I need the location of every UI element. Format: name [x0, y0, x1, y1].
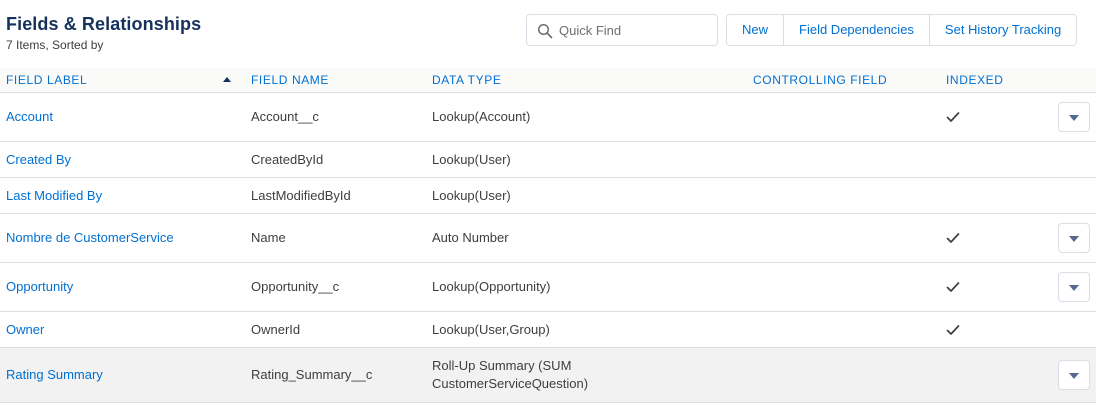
column-header-data-type[interactable]: DATA TYPE [432, 73, 501, 87]
table-row: Opportunity Opportunity__c Lookup(Opportun… [0, 263, 1096, 312]
field-api-name: Name [251, 230, 286, 245]
page-title: Fields & Relationships [6, 14, 202, 34]
field-data-type: Roll-Up Summary (SUM CustomerServiceQues… [432, 358, 589, 391]
field-data-type: Lookup(User) [432, 151, 511, 167]
indexed-check-icon [946, 282, 960, 292]
field-api-name: LastModifiedById [251, 187, 351, 203]
field-api-name: OwnerId [251, 321, 301, 337]
table-row: Account Account__c Lookup(Account) [0, 93, 1096, 142]
header-button-group: New Field Dependencies Set History Track… [726, 14, 1078, 46]
page-header: Fields & Relationships 7 Items, Sorted b… [0, 0, 1096, 68]
field-data-type: Lookup(User,Group) [432, 321, 550, 337]
row-actions-menu-button[interactable] [1058, 223, 1090, 253]
quick-find-input[interactable]: Quick Find [526, 14, 718, 46]
set-history-tracking-button[interactable]: Set History Tracking [928, 15, 1077, 45]
column-header-indexed[interactable]: INDEXED [946, 73, 1004, 87]
indexed-check-icon [946, 233, 960, 243]
table-row: Created By CreatedById Lookup(User) [0, 142, 1096, 178]
row-actions-menu-button[interactable] [1058, 272, 1090, 302]
search-icon [537, 23, 553, 39]
table-row: Nombre de CustomerService Name Auto Number [0, 214, 1096, 263]
field-label-link[interactable]: Account [6, 108, 53, 126]
chevron-down-icon [1069, 236, 1079, 242]
row-actions-menu-button[interactable] [1058, 360, 1090, 390]
column-header-controlling-field[interactable]: CONTROLLING FIELD [753, 73, 887, 87]
field-dependencies-button[interactable]: Field Dependencies [783, 15, 929, 45]
field-api-name: CreatedById [251, 151, 324, 167]
new-button[interactable]: New [727, 15, 784, 45]
table-row: Last Modified By LastModifiedById Lookup(U… [0, 178, 1096, 214]
field-data-type: Lookup(User) [432, 187, 511, 203]
quick-find-placeholder: Quick Find [559, 23, 622, 38]
field-data-type: Auto Number [432, 230, 509, 245]
table-header: FIELD LABEL FIELD NAME DATA TYPE CONTROL… [0, 68, 1096, 93]
indexed-check-icon [946, 324, 960, 335]
column-header-field-label[interactable]: FIELD LABEL [6, 73, 87, 87]
field-label-link[interactable]: Opportunity [6, 278, 73, 296]
table-body: Account Account__c Lookup(Account) Created … [0, 93, 1096, 403]
fields-table: FIELD LABEL FIELD NAME DATA TYPE CONTROL… [0, 68, 1096, 403]
field-api-name: Rating_Summary__c [251, 367, 373, 382]
column-header-field-name[interactable]: FIELD NAME [251, 73, 329, 87]
item-count-subtitle: 7 Items, Sorted by [6, 38, 104, 52]
sort-ascending-icon[interactable] [223, 77, 231, 82]
chevron-down-icon [1069, 285, 1079, 291]
field-label-link[interactable]: Created By [6, 151, 71, 169]
row-actions-menu-button[interactable] [1058, 102, 1090, 132]
field-label-link[interactable]: Owner [6, 321, 44, 339]
field-api-name: Account__c [251, 109, 319, 124]
field-label-link[interactable]: Rating Summary [6, 366, 103, 384]
field-data-type: Lookup(Opportunity) [432, 279, 551, 294]
indexed-check-icon [946, 112, 960, 122]
field-label-link[interactable]: Nombre de CustomerService [6, 229, 174, 247]
field-data-type: Lookup(Account) [432, 109, 531, 124]
field-label-link[interactable]: Last Modified By [6, 187, 102, 205]
table-row: Owner OwnerId Lookup(User,Group) [0, 312, 1096, 348]
chevron-down-icon [1069, 373, 1079, 379]
field-api-name: Opportunity__c [251, 279, 340, 294]
chevron-down-icon [1069, 115, 1079, 121]
table-row: Rating Summary Rating_Summary__c Roll-Up S… [0, 348, 1096, 403]
